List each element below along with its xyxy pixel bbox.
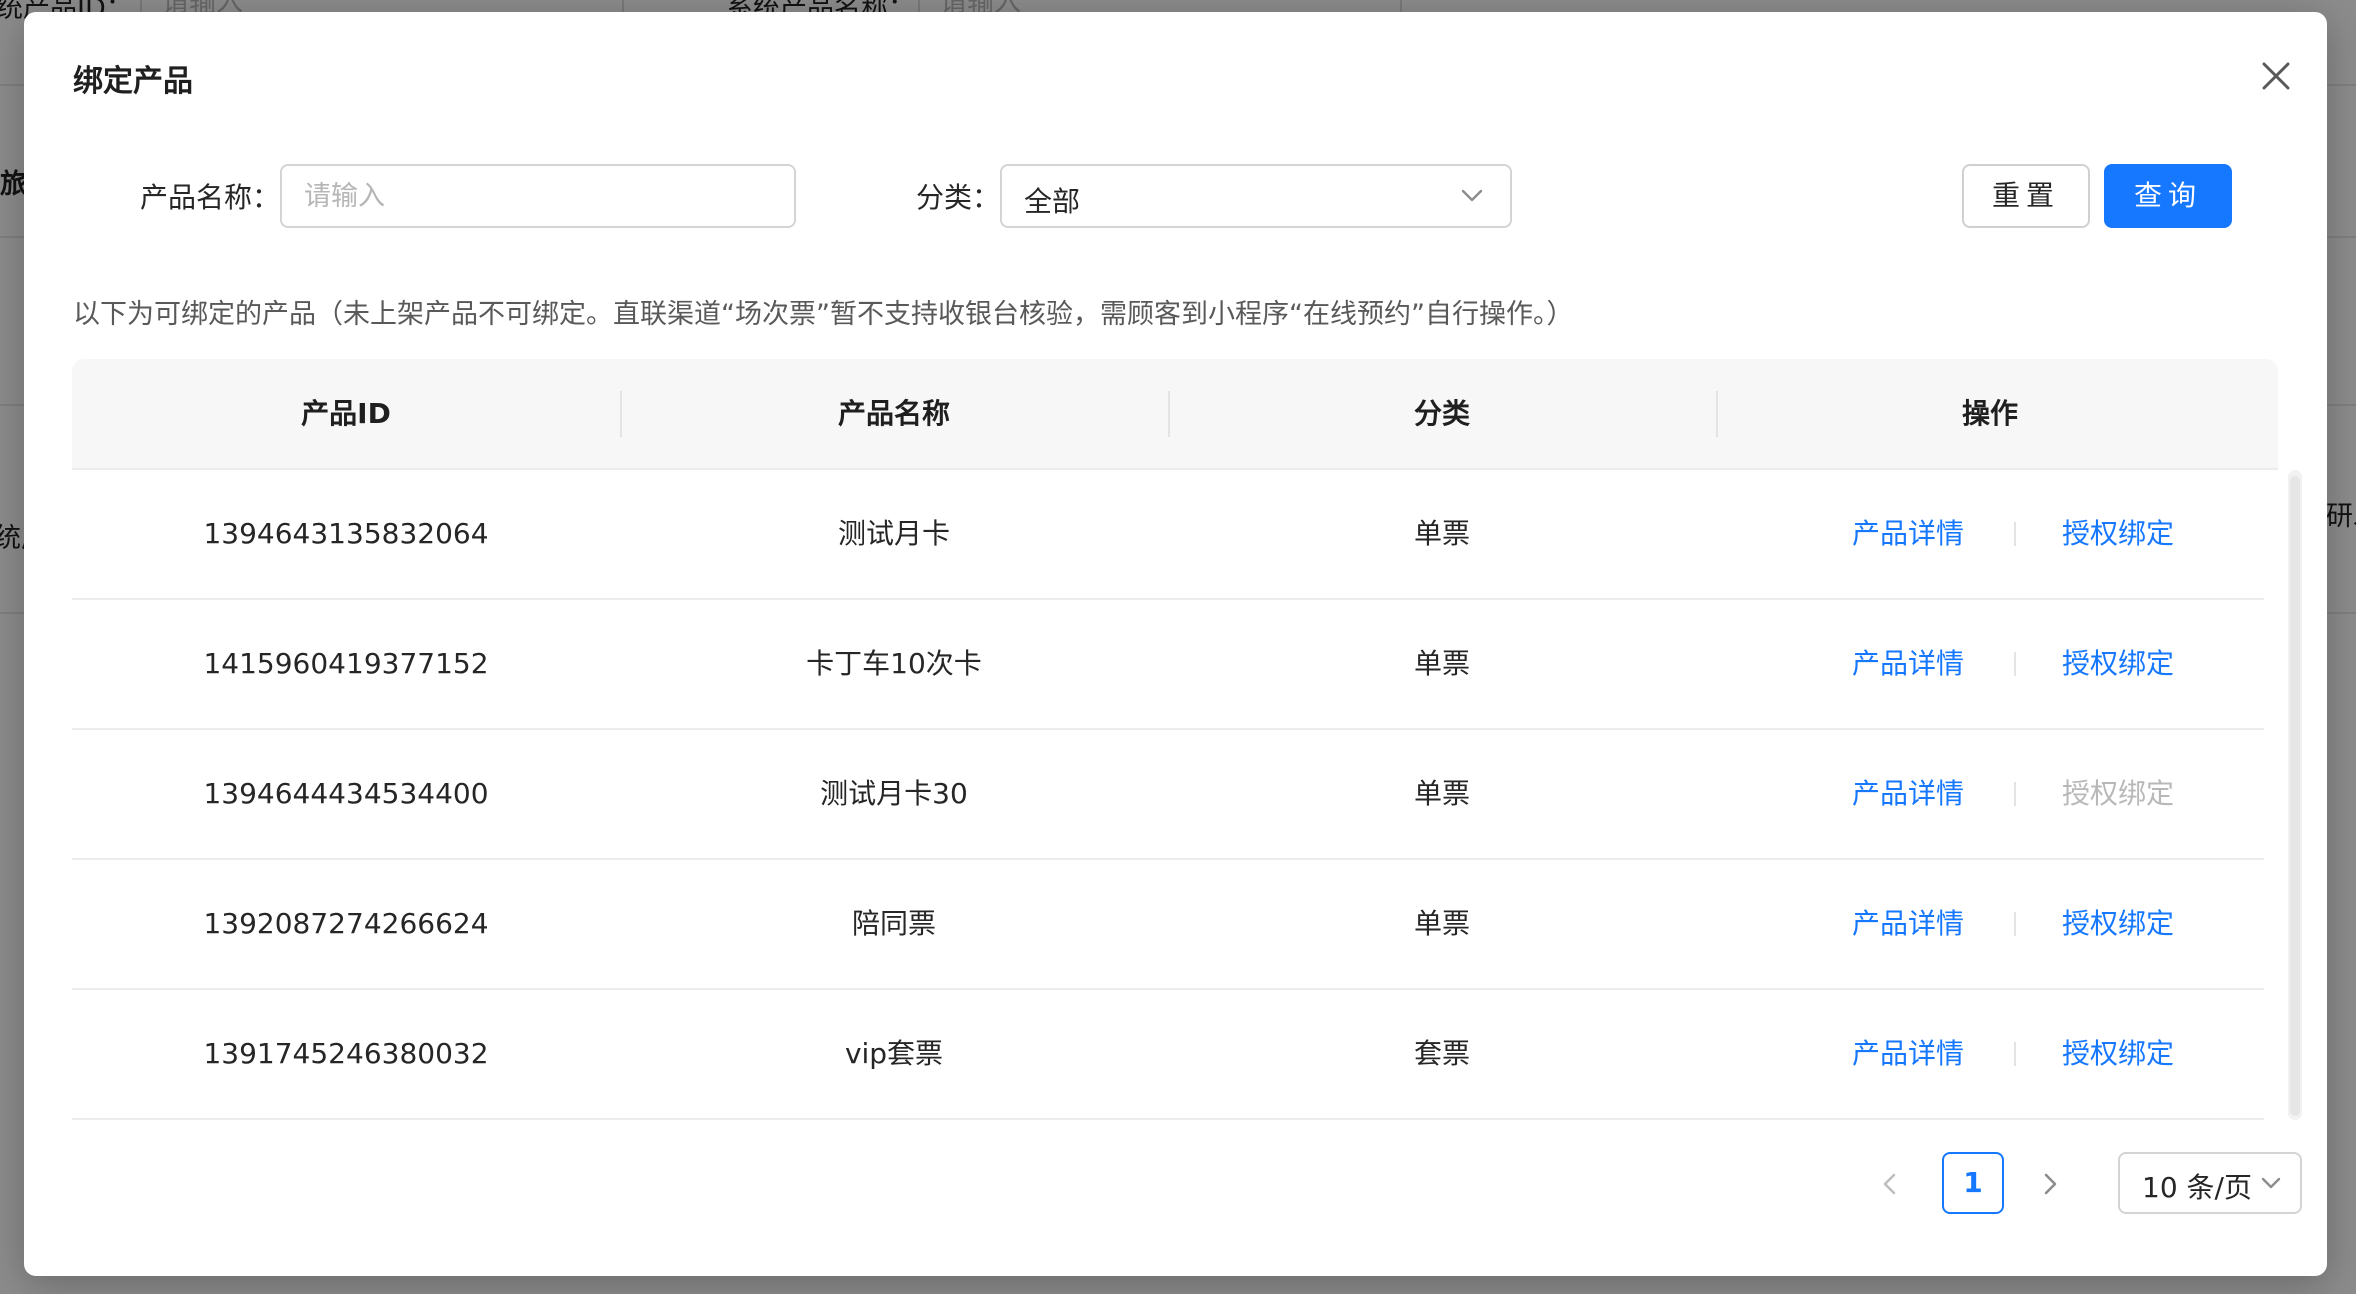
authorize-bind-link[interactable]: 授权绑定	[2062, 600, 2174, 728]
product-id-cell: 1415960419377152	[203, 647, 489, 680]
category-cell: 单票	[1413, 517, 1470, 550]
table-row: 1394644434534400 测试月卡30 单票 产品详情 授权绑定	[72, 730, 2264, 860]
product-id-cell: 1391745246380032	[203, 1037, 489, 1070]
authorize-bind-link-disabled: 授权绑定	[2062, 777, 2175, 810]
product-detail-link[interactable]: 产品详情	[1852, 470, 1964, 598]
table-header: 产品ID 产品名称 分类 操作	[72, 359, 2278, 470]
product-name-cell: 测试月卡	[837, 517, 950, 550]
table-row: 1394643135832064 测试月卡 单票 产品详情 授权绑定	[72, 470, 2264, 600]
table-row: 1392087274266624 陪同票 单票 产品详情 授权绑定	[72, 860, 2264, 990]
product-detail-link[interactable]: 产品详情	[1852, 730, 1964, 858]
column-header-id: 产品ID	[301, 397, 391, 430]
modal-title: 绑定产品	[73, 64, 193, 99]
chevron-down-icon	[2260, 1174, 2282, 1198]
category-label: 分类：	[916, 181, 1001, 214]
category-cell: 单票	[1413, 907, 1470, 940]
page-size-value: 10 条/页	[2142, 1171, 2252, 1204]
column-header-name: 产品名称	[837, 397, 950, 430]
page-number-current[interactable]: 1	[1942, 1152, 2004, 1214]
page-size-select[interactable]: 10 条/页	[2118, 1152, 2302, 1214]
query-button[interactable]: 查询	[2104, 164, 2232, 228]
action-divider	[2014, 652, 2016, 676]
product-detail-link[interactable]: 产品详情	[1852, 600, 1964, 728]
action-divider	[2014, 522, 2016, 546]
category-select-value: 全部	[1024, 185, 1081, 218]
authorize-bind-link[interactable]: 授权绑定	[2062, 470, 2174, 598]
column-header-category: 分类	[1413, 397, 1470, 430]
next-page-icon[interactable]	[2030, 1164, 2070, 1204]
product-name-cell: 陪同票	[851, 907, 936, 940]
table-row: 1391745246380032 vip套票 套票 产品详情 授权绑定	[72, 990, 2264, 1120]
product-name-input[interactable]	[280, 164, 796, 228]
category-cell: 单票	[1413, 647, 1470, 680]
product-id-cell: 1392087274266624	[203, 907, 489, 940]
action-divider	[2014, 782, 2016, 806]
product-detail-link[interactable]: 产品详情	[1852, 860, 1964, 988]
table-body: 1394643135832064 测试月卡 单票 产品详情 授权绑定 14159…	[72, 470, 2302, 1120]
product-name-cell: 卡丁车10次卡	[806, 647, 982, 680]
reset-button[interactable]: 重置	[1962, 164, 2090, 228]
category-cell: 套票	[1413, 1037, 1470, 1070]
table-row: 1415960419377152 卡丁车10次卡 单票 产品详情 授权绑定	[72, 600, 2264, 730]
category-cell: 单票	[1413, 777, 1470, 810]
bindable-hint: 以下为可绑定的产品（未上架产品不可绑定。直联渠道“场次票”暂不支持收银台核验，需…	[73, 299, 1574, 330]
product-name-cell: vip套票	[844, 1037, 944, 1070]
authorize-bind-link[interactable]: 授权绑定	[2062, 860, 2174, 988]
table-scrollbar-thumb[interactable]	[2290, 476, 2300, 1116]
product-name-label: 产品名称：	[140, 181, 281, 214]
close-icon[interactable]	[2254, 54, 2298, 98]
product-id-cell: 1394643135832064	[203, 517, 489, 550]
authorize-bind-link[interactable]: 授权绑定	[2062, 990, 2174, 1118]
prev-page-icon[interactable]	[1870, 1164, 1910, 1204]
category-select[interactable]: 全部	[1000, 164, 1512, 228]
bind-product-modal: 绑定产品 产品名称： 分类： 全部 重置 查询 以下为可绑定的产品（未上架产品不…	[24, 12, 2327, 1276]
column-header-actions: 操作	[1961, 397, 2018, 430]
action-divider	[2014, 1042, 2016, 1066]
product-detail-link[interactable]: 产品详情	[1852, 990, 1964, 1118]
product-id-cell: 1394644434534400	[203, 777, 489, 810]
product-name-cell: 测试月卡30	[820, 777, 968, 810]
action-divider	[2014, 912, 2016, 936]
chevron-down-icon	[1460, 186, 1484, 210]
